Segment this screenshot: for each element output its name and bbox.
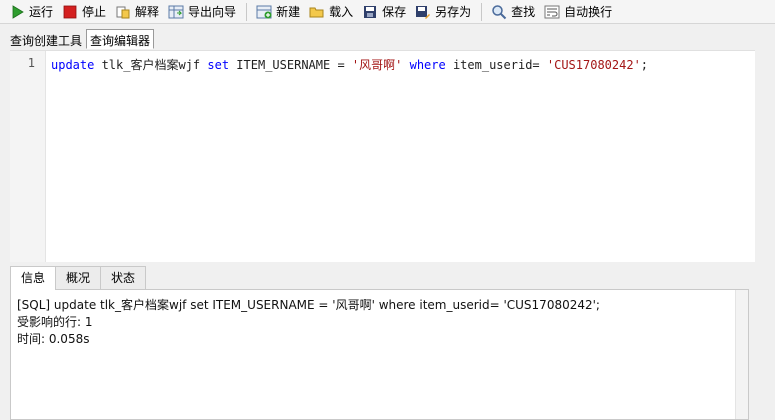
save-icon bbox=[362, 4, 378, 20]
explain-label: 解释 bbox=[135, 5, 160, 19]
line-number-gutter: 1 bbox=[10, 51, 46, 262]
query-toolbar: 运行 停止 解释 导出向导 新建 载入 保存 另存为 查找 自动换行 bbox=[0, 0, 775, 24]
message-sql-line: [SQL] update tlk_客户档案wjf set ITEM_USERNA… bbox=[17, 298, 600, 312]
sql-string-userid: 'CUS17080242' bbox=[546, 58, 641, 72]
stop-button[interactable]: 停止 bbox=[59, 2, 110, 22]
run-button[interactable]: 运行 bbox=[6, 2, 57, 22]
result-tab-bar: 信息 概况 状态 bbox=[10, 266, 147, 290]
sql-terminator: ; bbox=[640, 58, 649, 72]
play-icon bbox=[9, 4, 25, 20]
load-label: 载入 bbox=[329, 5, 354, 19]
export-icon bbox=[168, 4, 184, 20]
message-scrollbar[interactable] bbox=[735, 290, 748, 419]
sql-keyword-update: update bbox=[51, 58, 95, 72]
sql-editor[interactable]: 1 update tlk_客户档案wjf set ITEM_USERNAME =… bbox=[10, 50, 755, 262]
line-number: 1 bbox=[27, 56, 35, 70]
search-icon bbox=[491, 4, 507, 20]
sql-table-name: tlk_客户档案wjf bbox=[94, 58, 208, 72]
folder-open-icon bbox=[309, 4, 325, 20]
run-label: 运行 bbox=[29, 5, 54, 19]
sql-code-line[interactable]: update tlk_客户档案wjf set ITEM_USERNAME = '… bbox=[51, 56, 648, 73]
find-label: 查找 bbox=[511, 5, 536, 19]
editor-scrollbar[interactable] bbox=[755, 50, 775, 262]
message-panel: [SQL] update tlk_客户档案wjf set ITEM_USERNA… bbox=[10, 289, 749, 420]
save-label: 保存 bbox=[382, 5, 407, 19]
new-label: 新建 bbox=[276, 5, 301, 19]
editor-tab-bar: 查询创建工具 查询编辑器 bbox=[6, 29, 155, 49]
word-wrap-button[interactable]: 自动换行 bbox=[541, 2, 616, 22]
tab-profile[interactable]: 概况 bbox=[55, 266, 102, 289]
save-as-label: 另存为 bbox=[435, 5, 472, 19]
word-wrap-icon bbox=[544, 4, 560, 20]
message-affected-rows: 受影响的行: 1 bbox=[17, 315, 93, 329]
load-button[interactable]: 载入 bbox=[306, 2, 357, 22]
stop-label: 停止 bbox=[82, 5, 107, 19]
sql-keyword-where: where bbox=[409, 58, 446, 72]
save-as-icon bbox=[415, 4, 431, 20]
sql-column: ITEM_USERNAME = bbox=[229, 58, 352, 72]
save-as-button[interactable]: 另存为 bbox=[412, 2, 475, 22]
sql-string-value: '风哥啊' bbox=[351, 58, 403, 72]
tab-message[interactable]: 信息 bbox=[10, 266, 57, 290]
tab-query-builder[interactable]: 查询创建工具 bbox=[6, 29, 86, 49]
find-button[interactable]: 查找 bbox=[488, 2, 539, 22]
tab-query-editor[interactable]: 查询编辑器 bbox=[86, 29, 155, 49]
export-wizard-button[interactable]: 导出向导 bbox=[165, 2, 240, 22]
save-button[interactable]: 保存 bbox=[359, 2, 410, 22]
toolbar-divider bbox=[246, 2, 248, 21]
new-query-icon bbox=[256, 4, 272, 20]
message-text: [SQL] update tlk_客户档案wjf set ITEM_USERNA… bbox=[17, 297, 600, 348]
sql-space bbox=[402, 58, 409, 72]
explain-button[interactable]: 解释 bbox=[112, 2, 163, 22]
message-elapsed-time: 时间: 0.058s bbox=[17, 332, 90, 346]
tab-status[interactable]: 状态 bbox=[100, 266, 147, 289]
explain-icon bbox=[115, 4, 131, 20]
stop-icon bbox=[62, 4, 78, 20]
sql-keyword-set: set bbox=[207, 58, 230, 72]
export-wizard-label: 导出向导 bbox=[188, 5, 237, 19]
sql-condition: item_userid= bbox=[445, 58, 547, 72]
toolbar-divider bbox=[481, 2, 483, 21]
new-button[interactable]: 新建 bbox=[253, 2, 304, 22]
word-wrap-label: 自动换行 bbox=[564, 5, 613, 19]
